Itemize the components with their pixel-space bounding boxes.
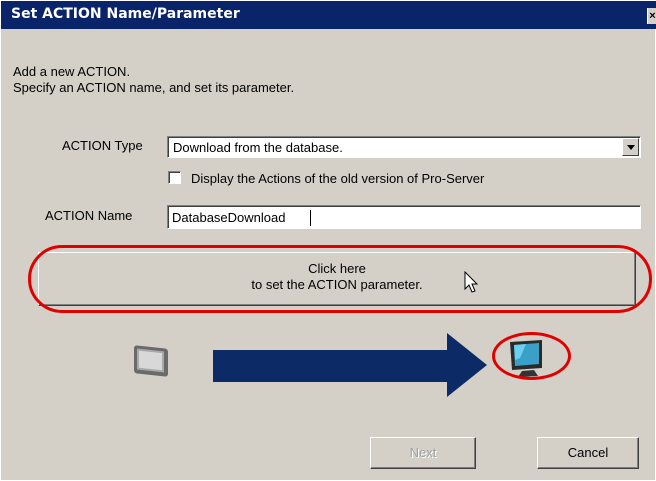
old-version-checkbox-label[interactable]: Display the Actions of the old version o… bbox=[191, 171, 484, 186]
highlight-circle bbox=[492, 332, 571, 380]
action-type-label: ACTION Type bbox=[62, 138, 143, 153]
action-name-input[interactable]: DatabaseDownload bbox=[167, 205, 641, 229]
intro-line-2: Specify an ACTION name, and set its para… bbox=[13, 80, 295, 95]
title-bar: Set ACTION Name/Parameter × bbox=[1, 1, 656, 29]
close-button[interactable]: × bbox=[647, 8, 656, 24]
old-version-checkbox[interactable] bbox=[168, 171, 181, 184]
mouse-cursor-icon bbox=[464, 271, 479, 293]
intro-text: Add a new ACTION. Specify an ACTION name… bbox=[13, 64, 294, 96]
cancel-button[interactable]: Cancel bbox=[537, 437, 639, 469]
dropdown-arrow-icon[interactable] bbox=[622, 138, 639, 156]
text-caret bbox=[310, 210, 311, 226]
window-title: Set ACTION Name/Parameter bbox=[11, 6, 240, 22]
set-action-dialog: Set ACTION Name/Parameter × Add a new AC… bbox=[0, 0, 656, 481]
parameter-button-line-1: Click here bbox=[308, 261, 366, 276]
display-panel-icon bbox=[134, 345, 168, 377]
right-arrow-icon bbox=[213, 333, 487, 397]
action-name-label: ACTION Name bbox=[45, 208, 133, 223]
next-button[interactable]: Next bbox=[370, 437, 476, 469]
set-action-parameter-button[interactable]: Click here to set the ACTION parameter. bbox=[38, 252, 636, 306]
action-type-value: Download from the database. bbox=[173, 140, 343, 155]
action-name-value: DatabaseDownload bbox=[172, 210, 286, 225]
intro-line-1: Add a new ACTION. bbox=[13, 64, 131, 79]
action-type-dropdown[interactable]: Download from the database. bbox=[167, 136, 641, 158]
parameter-button-line-2: to set the ACTION parameter. bbox=[251, 277, 423, 292]
